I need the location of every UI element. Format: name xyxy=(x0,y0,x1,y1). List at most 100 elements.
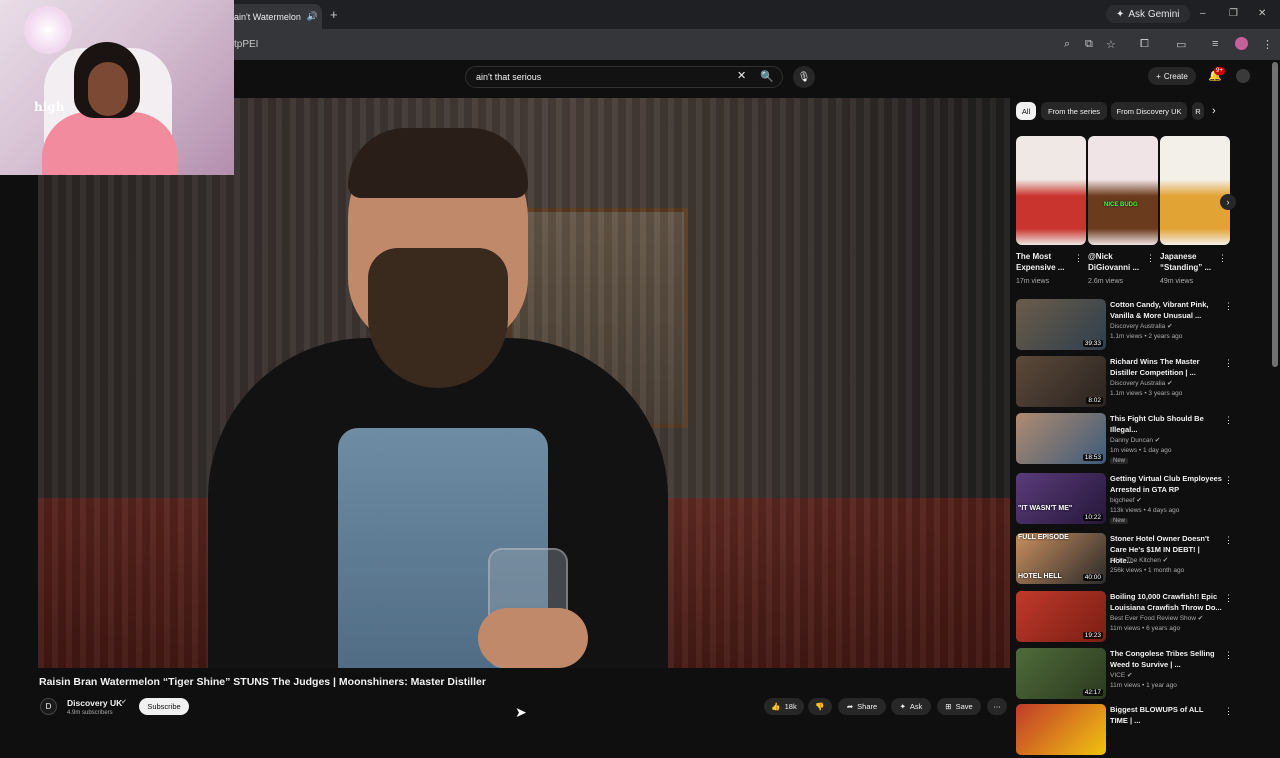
ask-gemini-button[interactable]: ✦ Ask Gemini xyxy=(1106,5,1190,23)
video-thumbnail[interactable]: 19:23 xyxy=(1016,591,1106,642)
search-icon[interactable]: 🔍 xyxy=(760,70,774,83)
save-button[interactable]: ⊞ Save xyxy=(937,698,981,715)
more-options-icon[interactable]: ⋮ xyxy=(1224,706,1233,717)
video-thumbnail[interactable]: 40:00 FULL EPISODE HOTEL HELL xyxy=(1016,533,1106,584)
clear-search-icon[interactable]: ✕ xyxy=(737,69,746,82)
sidepanel-icon[interactable]: ▭ xyxy=(1176,38,1186,51)
streamer xyxy=(42,42,178,175)
window-close-button[interactable]: ✕ xyxy=(1258,8,1266,19)
video-thumbnail[interactable] xyxy=(1016,704,1106,755)
more-actions-button[interactable]: ⋯ xyxy=(987,698,1007,715)
url-field[interactable]: tpPEI xyxy=(234,39,258,50)
video-thumbnail[interactable]: 8:02 xyxy=(1016,356,1106,407)
duration-badge: 39:33 xyxy=(1082,340,1103,347)
create-button[interactable]: + Create xyxy=(1148,67,1196,85)
video-title-text[interactable]: This Fight Club Should Be Illegal... xyxy=(1110,413,1222,435)
chip-from-series[interactable]: From the series xyxy=(1041,102,1107,120)
chip-all[interactable]: All xyxy=(1016,102,1036,120)
recommended-video[interactable]: 19:23 Boiling 10,000 Crawfish!! Epic Loui… xyxy=(1016,591,1256,645)
video-title-text[interactable]: Cotton Candy, Vibrant Pink, Vanilla & Mo… xyxy=(1110,299,1222,321)
subscribe-button[interactable]: Subscribe xyxy=(139,698,189,715)
share-button[interactable]: ➦ Share xyxy=(838,698,886,715)
profile-avatar[interactable] xyxy=(1235,37,1248,50)
short-views: 49m views xyxy=(1160,278,1194,285)
browser-tab[interactable]: ain't Watermelon 🔊 ✕ xyxy=(226,4,322,29)
thumbnail-tag: FULL EPISODE xyxy=(1018,534,1069,541)
more-options-icon[interactable]: ⋮ xyxy=(1224,593,1233,604)
channel-name-text: Discovery Australia ✔ xyxy=(1110,323,1173,330)
view-meta-text: 1.1m views • 3 years ago xyxy=(1110,390,1183,397)
view-meta-text: 11m views • 1 year ago xyxy=(1110,682,1177,689)
gemini-icon: ✦ xyxy=(1116,8,1125,20)
like-button[interactable]: 👍 18k xyxy=(764,698,804,715)
more-options-icon[interactable]: ⋮ xyxy=(1224,358,1233,369)
recommended-video[interactable]: 40:00 FULL EPISODE HOTEL HELL Stoner Hotel … xyxy=(1016,533,1256,587)
short-thumbnail[interactable] xyxy=(1016,136,1086,245)
video-title-text[interactable]: Getting Virtual Club Employees Arrested … xyxy=(1110,473,1222,495)
dislike-button[interactable]: 👎 xyxy=(808,698,832,715)
recommended-video[interactable]: Biggest BLOWUPS of ALL TIME | ... ⋮ xyxy=(1016,704,1256,758)
video-title-text[interactable]: Boiling 10,000 Crawfish!! Epic Louisiana… xyxy=(1110,591,1222,613)
recommended-video[interactable]: 8:02 Richard Wins The Master Distiller Co… xyxy=(1016,356,1256,410)
short-title[interactable]: Japanese “Standing” ... xyxy=(1160,251,1220,273)
channel-name-text: VICE ✔ xyxy=(1110,672,1133,679)
more-options-icon[interactable]: ⋮ xyxy=(1224,535,1233,546)
video-player[interactable] xyxy=(38,98,1010,668)
duration-badge: 42:17 xyxy=(1082,689,1103,696)
contestant-beard xyxy=(368,248,508,388)
new-badge: New xyxy=(1110,518,1129,524)
search-input[interactable]: ain't that serious xyxy=(465,66,783,88)
install-icon[interactable]: ⧉ xyxy=(1085,38,1093,51)
recommended-video[interactable]: 10:22 "IT WASN'T ME" Getting Virtual Club … xyxy=(1016,473,1256,527)
extensions-icon[interactable]: ⧠ xyxy=(1140,38,1149,51)
video-thumbnail[interactable]: 18:53 xyxy=(1016,413,1106,464)
thumbs-down-icon: 👎 xyxy=(815,702,825,711)
more-options-icon[interactable]: ⋮ xyxy=(1224,415,1233,426)
recommended-video[interactable]: 39:33 Cotton Candy, Vibrant Pink, Vanilla… xyxy=(1016,299,1256,353)
restore-button[interactable]: ❐ xyxy=(1229,8,1238,19)
zoom-icon[interactable]: ⌕ xyxy=(1064,38,1070,51)
tab-title: ain't Watermelon xyxy=(234,11,301,22)
ask-button[interactable]: ✦ Ask xyxy=(891,698,931,715)
video-thumbnail[interactable]: 42:17 xyxy=(1016,648,1106,699)
short-thumbnail[interactable] xyxy=(1160,136,1230,245)
short-title[interactable]: The Most Expensive ... xyxy=(1016,251,1076,273)
channel-avatar[interactable]: D xyxy=(40,698,57,715)
video-thumbnail[interactable]: 10:22 "IT WASN'T ME" xyxy=(1016,473,1106,524)
shorts-next-icon[interactable]: › xyxy=(1220,194,1236,210)
video-title-text[interactable]: The Congolese Tribes Selling Weed to Sur… xyxy=(1110,648,1222,670)
short-more-icon[interactable]: ⋮ xyxy=(1074,253,1083,264)
more-options-icon[interactable]: ⋮ xyxy=(1224,301,1233,312)
video-title-text[interactable]: Biggest BLOWUPS of ALL TIME | ... xyxy=(1110,704,1222,726)
short-title[interactable]: @Nick DiGiovanni ... xyxy=(1088,251,1148,273)
thumbnail-tag-secondary: HOTEL HELL xyxy=(1018,573,1062,580)
new-tab-button[interactable]: + xyxy=(330,7,338,22)
duration-badge: 10:22 xyxy=(1082,514,1103,521)
scrollbar[interactable] xyxy=(1272,62,1278,367)
account-avatar[interactable] xyxy=(1236,69,1250,83)
recommended-video[interactable]: 18:53 This Fight Club Should Be Illegal..… xyxy=(1016,413,1256,467)
chip-partial[interactable]: R xyxy=(1192,102,1204,120)
more-options-icon[interactable]: ⋮ xyxy=(1224,650,1233,661)
short-more-icon[interactable]: ⋮ xyxy=(1146,253,1155,264)
reading-list-icon[interactable]: ≡ xyxy=(1212,38,1218,50)
streamer-face xyxy=(88,62,128,116)
chevron-right-icon[interactable]: › xyxy=(1212,105,1216,117)
duration-badge: 18:53 xyxy=(1082,454,1103,461)
video-thumbnail[interactable]: 39:33 xyxy=(1016,299,1106,350)
channel-name-text: Danny Duncan ✔ xyxy=(1110,437,1161,444)
bookmark-star-icon[interactable]: ☆ xyxy=(1106,38,1116,51)
bookmark-icon: ⊞ xyxy=(945,702,952,711)
microphone-icon[interactable]: 🎙 xyxy=(793,66,815,88)
short-tag: NICE BUDG xyxy=(1104,202,1138,208)
video-title-text[interactable]: Richard Wins The Master Distiller Compet… xyxy=(1110,356,1222,378)
short-views: 17m views xyxy=(1016,278,1050,285)
recommended-video[interactable]: 42:17 The Congolese Tribes Selling Weed t… xyxy=(1016,648,1256,702)
minimize-button[interactable]: – xyxy=(1200,8,1206,19)
more-options-icon[interactable]: ⋮ xyxy=(1224,475,1233,486)
browser-menu-icon[interactable]: ⋮ xyxy=(1262,38,1273,51)
short-thumbnail[interactable]: NICE BUDG xyxy=(1088,136,1158,245)
channel-name[interactable]: Discovery UK xyxy=(67,698,122,708)
short-more-icon[interactable]: ⋮ xyxy=(1218,253,1227,264)
chip-from-discovery-uk[interactable]: From Discovery UK xyxy=(1111,102,1187,120)
